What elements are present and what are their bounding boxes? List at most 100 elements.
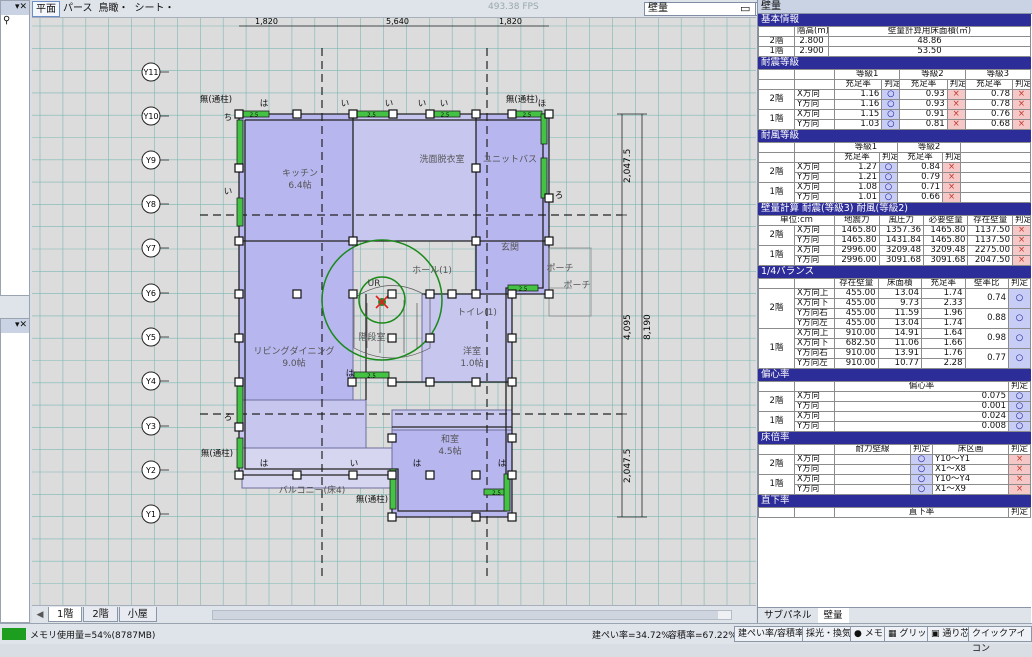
table-row: Y方向 1.21 ○ 0.79 × <box>759 172 1031 183</box>
column[interactable] <box>387 433 397 443</box>
column[interactable] <box>544 109 554 119</box>
column[interactable] <box>348 470 358 480</box>
grid-axis-button[interactable]: ▣ 通り芯 <box>927 626 974 642</box>
column[interactable] <box>234 163 244 173</box>
column[interactable] <box>234 377 244 387</box>
bearing-wall[interactable] <box>236 197 244 227</box>
column[interactable] <box>471 470 481 480</box>
floor-tab-1f[interactable]: 1階 <box>48 607 83 622</box>
column[interactable] <box>544 289 554 299</box>
column[interactable] <box>425 377 435 387</box>
table-row: Y方向 0.001 ○ <box>759 401 1031 412</box>
grid-bubble-label: Y7 <box>145 244 156 253</box>
bearing-wall[interactable] <box>236 119 244 169</box>
bearing-wall[interactable]: 2.5 <box>353 371 390 380</box>
mode-tab-birdseye[interactable]: 鳥瞰・ <box>96 1 132 17</box>
wall-strength-label: 2.5 <box>367 374 376 380</box>
column[interactable] <box>292 289 302 299</box>
section-direct: 直下率 <box>758 495 1031 507</box>
monitor-icon[interactable]: ▭ <box>740 2 750 15</box>
section-wind: 耐風等級 <box>758 130 1031 142</box>
horizontal-scrollbar[interactable] <box>212 610 732 620</box>
mode-tab-perspective[interactable]: パース <box>60 1 96 17</box>
left-dock-lower-header[interactable]: ▾✕ <box>1 319 29 333</box>
status-bar: メモリ使用量=54%(8787MB) 建ぺい率=34.72% 容積率=67.22… <box>0 623 1032 654</box>
bearing-wall[interactable]: 2.5 <box>353 110 390 119</box>
column[interactable] <box>347 377 357 387</box>
column[interactable] <box>425 470 435 480</box>
label-ha-1: は <box>260 99 269 109</box>
bcr-far-button[interactable]: 建ぺい率/容積率 <box>734 626 809 642</box>
column[interactable] <box>234 333 244 343</box>
column[interactable] <box>507 433 517 443</box>
floor-tab-2f[interactable]: 2階 <box>83 607 118 622</box>
floor-tab-attic[interactable]: 小屋 <box>118 607 157 622</box>
wall-strength-label: 2.5 <box>250 113 259 119</box>
axis-icon: ▣ <box>931 629 940 639</box>
table-row: Y方向 1.03 ○ 0.81 × 0.68 × <box>759 119 1031 130</box>
mode-tab-sheet[interactable]: シート・ <box>132 1 178 17</box>
table-row: Y方向 1.01 ○ 0.66 × <box>759 192 1031 203</box>
search-icon[interactable]: ⚲ <box>1 15 29 26</box>
column[interactable] <box>387 377 397 387</box>
label-i-1: い <box>341 99 350 109</box>
column[interactable] <box>471 163 481 173</box>
column[interactable] <box>388 109 398 119</box>
column[interactable] <box>507 512 517 522</box>
column[interactable] <box>425 289 435 299</box>
label-mu-tsuchu-1: 無(通柱) <box>200 94 232 105</box>
lighting-button[interactable]: 採光・換気 <box>802 626 856 642</box>
tab-wall-quantity[interactable]: 壁量 <box>817 608 849 623</box>
left-dock-upper-header[interactable]: ▾✕ <box>1 1 29 15</box>
quick-icon-button[interactable]: クイックアイコン <box>968 626 1032 654</box>
column[interactable] <box>387 512 397 522</box>
column[interactable] <box>507 109 517 119</box>
column[interactable] <box>387 470 397 480</box>
column[interactable] <box>234 422 244 432</box>
column[interactable] <box>471 236 481 246</box>
column[interactable] <box>348 236 358 246</box>
column[interactable] <box>507 289 517 299</box>
column[interactable] <box>544 193 554 203</box>
bearing-wall[interactable] <box>236 437 244 469</box>
table-row: Y方向 0.008 ○ <box>759 421 1031 432</box>
column[interactable] <box>234 236 244 246</box>
column[interactable] <box>507 377 517 387</box>
column[interactable] <box>471 377 481 387</box>
table-row: 2階 X方向上 455.00 13.04 1.74 0.74 ○ <box>758 288 1031 329</box>
column[interactable] <box>234 289 244 299</box>
grid-bubble-label: Y10 <box>142 112 158 121</box>
column[interactable] <box>471 289 481 299</box>
column[interactable] <box>507 470 517 480</box>
column[interactable] <box>292 109 302 119</box>
column[interactable] <box>348 109 358 119</box>
column[interactable] <box>471 512 481 522</box>
section-floor: 床倍率 <box>758 432 1031 444</box>
column[interactable] <box>544 236 554 246</box>
column[interactable] <box>447 289 457 299</box>
table-row: Y方向 2996.00 3091.68 3091.68 2047.50 × <box>759 255 1031 266</box>
mode-tab-plan[interactable]: 平面 <box>32 0 60 17</box>
label-i-4: い <box>440 99 449 109</box>
column[interactable] <box>234 470 244 480</box>
column[interactable] <box>471 109 481 119</box>
room-kitchen-size: 6.4帖 <box>288 179 311 191</box>
column[interactable] <box>387 333 397 343</box>
tab-subpanel[interactable]: サブパネル <box>758 608 818 623</box>
grid-bubble-label: Y6 <box>145 289 156 298</box>
column[interactable] <box>348 289 358 299</box>
column[interactable] <box>425 333 435 343</box>
column[interactable] <box>234 109 244 119</box>
tab-scroll-left-icon[interactable]: ◀ <box>32 610 48 620</box>
building-coverage-ratio: 建ぺい率=34.72% <box>592 631 670 641</box>
memory-usage-bar <box>2 628 26 640</box>
table-seismic: 等級1 等級2 等級3 充足率 判定 充足率 判定 充足率 判定 2階 X方向 1.16 ○ 0.93… <box>758 69 1031 130</box>
memo-button[interactable]: ● メモ <box>850 626 887 642</box>
column[interactable] <box>507 333 517 343</box>
column[interactable] <box>425 109 435 119</box>
column[interactable] <box>387 289 397 299</box>
bearing-wall[interactable] <box>540 157 548 199</box>
column[interactable] <box>292 470 302 480</box>
floor-plan-drawing[interactable]: 2.5 2.5 2.5 2.5 2.5 2.5 2.5 Y11 Y10 Y9 Y8 Y7 Y6 Y5 Y4… <box>32 18 756 605</box>
scroll-thumb[interactable] <box>213 611 718 619</box>
